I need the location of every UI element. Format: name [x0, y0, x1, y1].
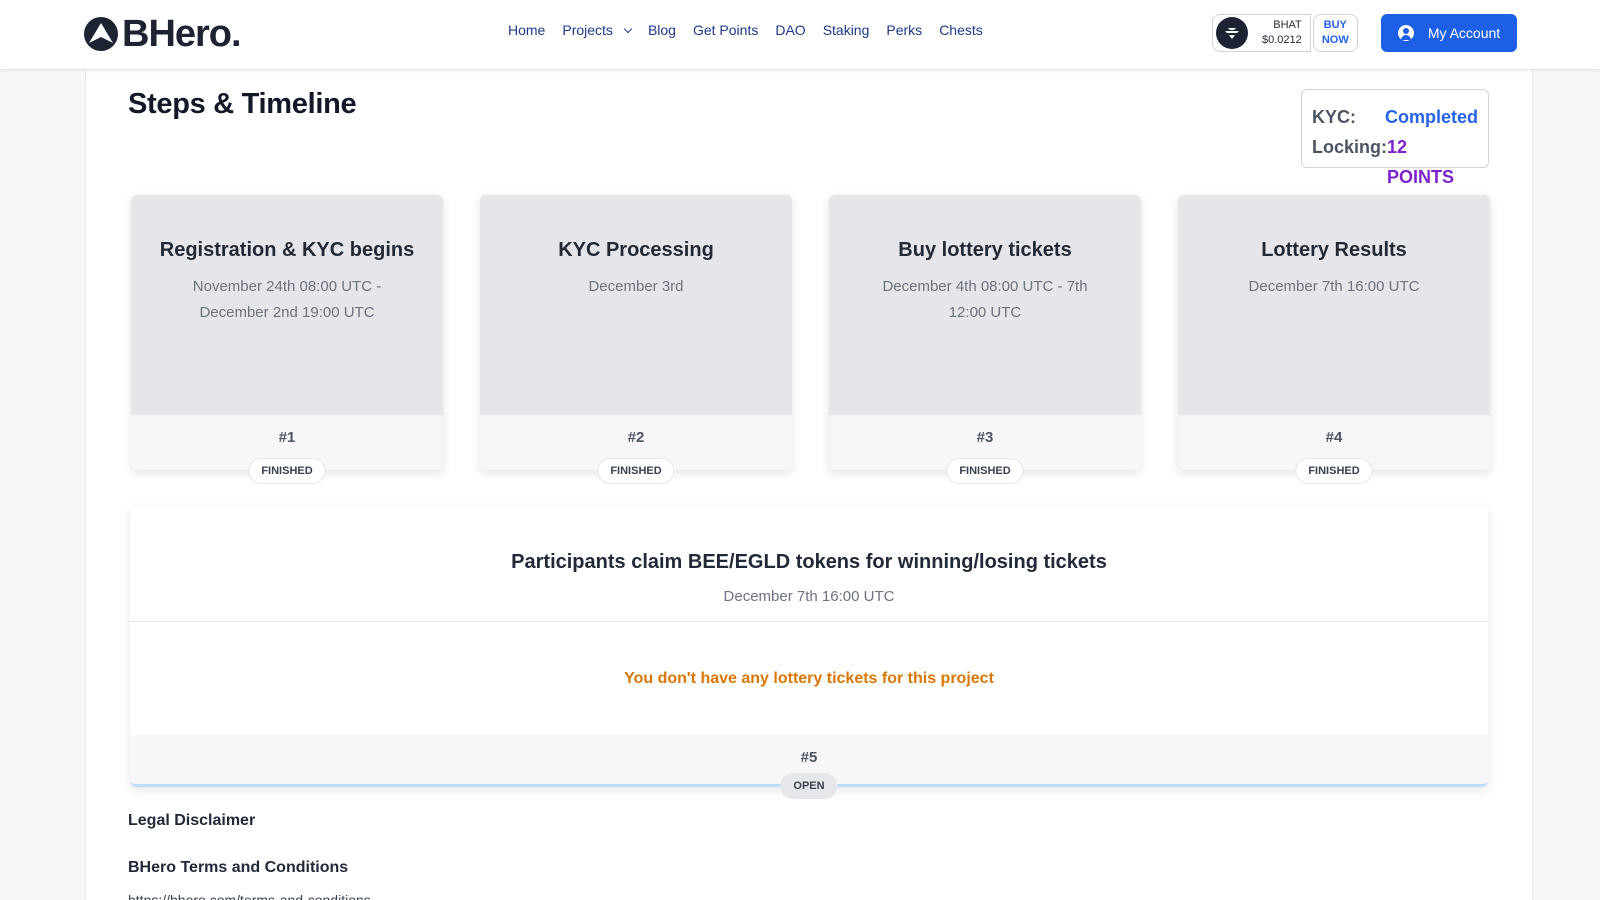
buy-now-line2: NOW — [1321, 34, 1349, 46]
step-card: KYC Processing December 3rd #2 FINISHED — [480, 195, 792, 484]
step-date: December 3rd — [588, 278, 684, 295]
step-number: #1 — [278, 429, 296, 446]
logo-icon — [84, 17, 118, 51]
nav-perks[interactable]: Perks — [886, 22, 922, 38]
step-card: Registration & KYC begins November 24th … — [131, 195, 443, 484]
legal-disclaimer-heading: Legal Disclaimer — [128, 812, 256, 829]
step-title: Registration & KYC begins — [159, 239, 415, 261]
token-price: $0.0212 — [1262, 34, 1302, 46]
kyc-status: Completed — [1384, 107, 1478, 127]
status-badge: FINISHED — [597, 458, 675, 484]
bhat-token-icon — [1216, 17, 1248, 49]
main-nav: Home Projects Blog Get Points DAO Stakin… — [508, 22, 983, 38]
step-date: December 7th 16:00 UTC — [1248, 278, 1420, 295]
terms-heading: BHero Terms and Conditions — [128, 859, 349, 876]
nav-projects[interactable]: Projects — [562, 22, 633, 38]
claim-step-card: Participants claim BEE/EGLD tokens for w… — [130, 507, 1488, 799]
status-badge: OPEN — [780, 773, 838, 799]
nav-projects-label: Projects — [562, 22, 613, 38]
buy-now-line1: BUY — [1323, 19, 1347, 31]
step-card: Lottery Results December 7th 16:00 UTC #… — [1178, 195, 1490, 484]
step-title: KYC Processing — [558, 239, 714, 261]
step-card: Buy lottery tickets December 4th 08:00 U… — [829, 195, 1141, 484]
nav-dao[interactable]: DAO — [775, 22, 805, 38]
status-badge: FINISHED — [1295, 458, 1373, 484]
claim-date: December 7th 16:00 UTC — [723, 588, 895, 605]
locking-label: Locking: — [1312, 137, 1387, 157]
token-symbol: BHAT — [1273, 19, 1302, 31]
status-box: KYC: Completed Locking: 12 POINTS — [1301, 89, 1489, 187]
nav-chests[interactable]: Chests — [939, 22, 983, 38]
terms-link[interactable]: https://bhero.com/terms-and-conditions — [128, 892, 371, 900]
nav-blog[interactable]: Blog — [648, 22, 676, 38]
my-account-label: My Account — [1427, 25, 1501, 41]
page-title: Steps & Timeline — [128, 88, 357, 120]
user-circle-icon — [1397, 25, 1414, 41]
status-badge: FINISHED — [946, 458, 1024, 484]
step-number: #2 — [627, 429, 645, 446]
step-title: Buy lottery tickets — [898, 239, 1072, 261]
nav-get-points[interactable]: Get Points — [693, 22, 758, 38]
step-date: December 4th 08:00 UTC - 7th 12:00 UTC — [882, 278, 1088, 321]
claim-title: Participants claim BEE/EGLD tokens for w… — [511, 551, 1107, 573]
logo-text: BHero. — [122, 12, 242, 55]
kyc-label: KYC: — [1312, 107, 1356, 127]
step-number: #3 — [976, 429, 994, 446]
logo[interactable]: BHero. — [84, 12, 242, 55]
nav-home[interactable]: Home — [508, 22, 545, 38]
token-widget: BHAT $0.0212 BUY NOW — [1212, 14, 1358, 52]
step-number: #5 — [800, 749, 818, 766]
top-header: BHero. Home Projects Blog Get Points DAO… — [0, 0, 1600, 70]
no-tickets-message: You don't have any lottery tickets for t… — [624, 669, 994, 687]
step-number: #4 — [1325, 429, 1343, 446]
step-title: Lottery Results — [1261, 239, 1407, 261]
my-account-button[interactable]: My Account — [1381, 14, 1517, 52]
token-price-box[interactable]: BHAT $0.0212 — [1212, 14, 1311, 52]
locking-value: 12 POINTS — [1387, 137, 1455, 187]
buy-now-button[interactable]: BUY NOW — [1312, 14, 1358, 52]
step-date: November 24th 08:00 UTC - December 2nd 1… — [192, 278, 382, 321]
chevron-down-icon — [623, 24, 633, 33]
status-badge: FINISHED — [248, 458, 326, 484]
nav-staking[interactable]: Staking — [823, 22, 870, 38]
